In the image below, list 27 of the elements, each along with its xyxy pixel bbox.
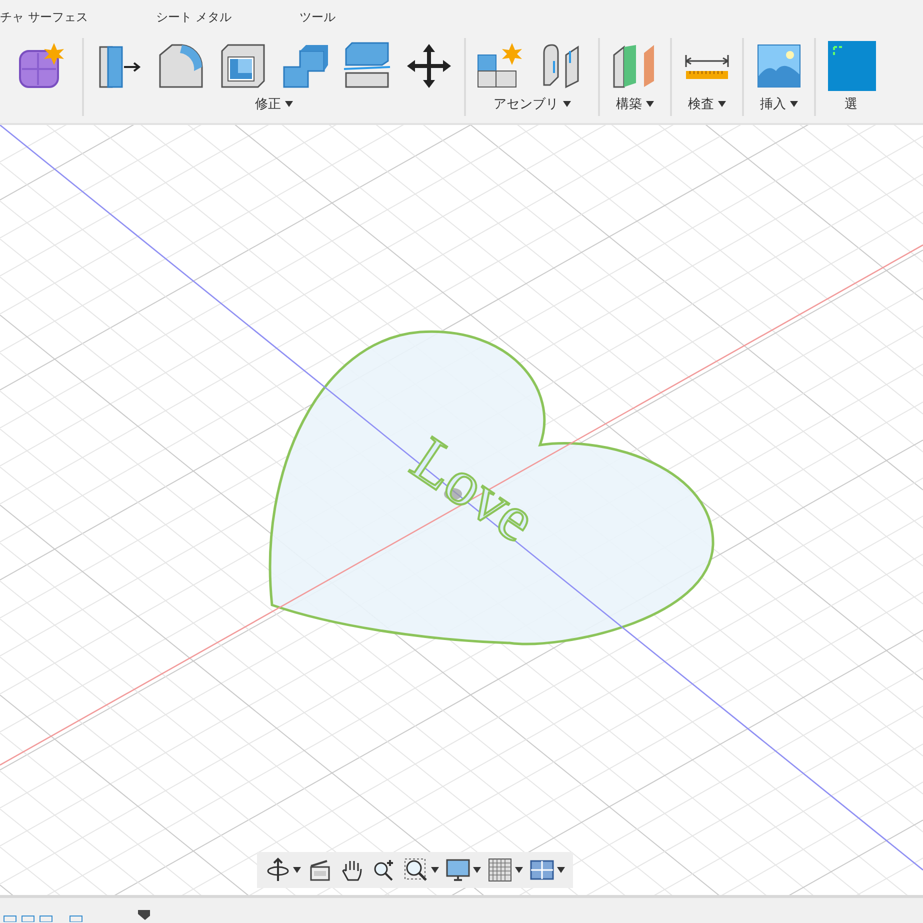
- split-body-icon[interactable]: [342, 41, 392, 91]
- group-menu[interactable]: アセンブリ: [494, 95, 558, 113]
- select-box-icon[interactable]: [826, 41, 876, 91]
- caret-icon[interactable]: [293, 867, 301, 873]
- caret-icon[interactable]: [473, 867, 481, 873]
- toolbar-tab[interactable]: ツール: [300, 8, 336, 26]
- caret-icon[interactable]: [562, 101, 570, 107]
- group-menu[interactable]: 検査: [688, 95, 714, 113]
- toolbar-tab[interactable]: シート メタル: [156, 8, 232, 26]
- caret-icon[interactable]: [718, 101, 726, 107]
- caret-icon[interactable]: [646, 101, 654, 107]
- caret-icon[interactable]: [431, 867, 439, 873]
- caret-icon[interactable]: [557, 867, 565, 873]
- group-menu[interactable]: 構築: [616, 95, 642, 113]
- group-menu[interactable]: 選: [844, 95, 858, 113]
- monitor-icon[interactable]: [445, 857, 471, 883]
- grid-icon[interactable]: [487, 857, 513, 883]
- group-menu[interactable]: 挿入: [760, 95, 786, 113]
- orbit-icon[interactable]: [265, 857, 291, 883]
- caret-icon[interactable]: [790, 101, 798, 107]
- group-menu[interactable]: 修正: [255, 95, 281, 113]
- origin-point[interactable]: [444, 488, 462, 500]
- cube-star-icon[interactable]: [16, 41, 66, 91]
- caret-icon[interactable]: [515, 867, 523, 873]
- zoom-window-icon[interactable]: [403, 857, 429, 883]
- toolbar-tab[interactable]: チャ サーフェス: [0, 8, 88, 26]
- caret-icon[interactable]: [285, 101, 293, 107]
